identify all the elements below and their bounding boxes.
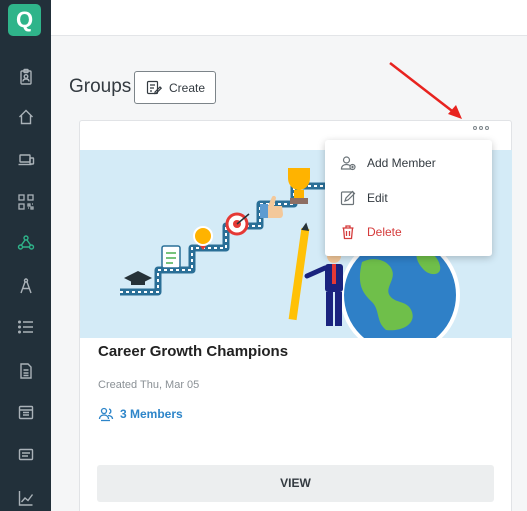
group-members-icon xyxy=(98,407,114,422)
menu-item-edit[interactable]: Edit xyxy=(325,181,492,215)
members-count: 3 Members xyxy=(120,407,183,421)
trash-icon xyxy=(342,225,354,240)
menu-item-label: Add Member xyxy=(367,156,436,170)
edit-icon xyxy=(340,190,356,206)
sidebar-item-home[interactable] xyxy=(0,103,51,131)
card-title: Career Growth Champions xyxy=(98,343,289,360)
card-created-date: Created Thu, Mar 05 xyxy=(98,379,200,391)
menu-item-label: Edit xyxy=(367,191,388,205)
document-icon xyxy=(19,363,32,379)
groups-icon xyxy=(17,235,34,250)
edit-note-icon xyxy=(146,80,162,94)
create-button-label: Create xyxy=(169,80,206,95)
app-logo[interactable]: Q xyxy=(8,4,41,36)
more-dot-icon xyxy=(473,126,477,130)
create-button[interactable]: Create xyxy=(134,71,216,104)
sidebar-item-qr[interactable] xyxy=(0,188,51,216)
id-badge-icon xyxy=(19,68,32,85)
sidebar-item-groups[interactable] xyxy=(0,229,51,257)
view-button[interactable]: VIEW xyxy=(97,465,494,502)
chart-icon xyxy=(18,491,33,506)
sidebar: Q xyxy=(0,0,51,511)
sidebar-item-chat[interactable] xyxy=(0,441,51,469)
compass-icon xyxy=(19,278,32,294)
more-dot-icon xyxy=(479,126,483,130)
members-link[interactable]: 3 Members xyxy=(98,406,183,422)
sidebar-item-devices[interactable] xyxy=(0,146,51,174)
card-options-menu: Add Member Edit Delete xyxy=(325,140,492,256)
menu-item-delete[interactable]: Delete xyxy=(325,215,492,249)
sidebar-item-document[interactable] xyxy=(0,357,51,385)
sidebar-item-calendar[interactable] xyxy=(0,398,51,426)
top-bar xyxy=(51,0,527,36)
more-dot-icon xyxy=(485,126,489,130)
laptop-icon xyxy=(18,154,34,166)
menu-item-label: Delete xyxy=(367,225,402,239)
qr-code-icon xyxy=(17,194,34,210)
chat-icon xyxy=(18,448,33,461)
card-more-options-button[interactable] xyxy=(472,123,490,133)
calendar-icon xyxy=(18,405,33,420)
menu-item-add-member[interactable]: Add Member xyxy=(325,146,492,180)
sidebar-item-list[interactable] xyxy=(0,313,51,341)
sidebar-item-compass[interactable] xyxy=(0,272,51,300)
sidebar-item-chart[interactable] xyxy=(0,484,51,511)
sidebar-item-badge[interactable] xyxy=(0,63,51,91)
page-title: Groups xyxy=(69,76,132,97)
home-icon xyxy=(18,109,33,125)
list-icon xyxy=(17,320,33,334)
add-user-icon xyxy=(340,156,356,171)
